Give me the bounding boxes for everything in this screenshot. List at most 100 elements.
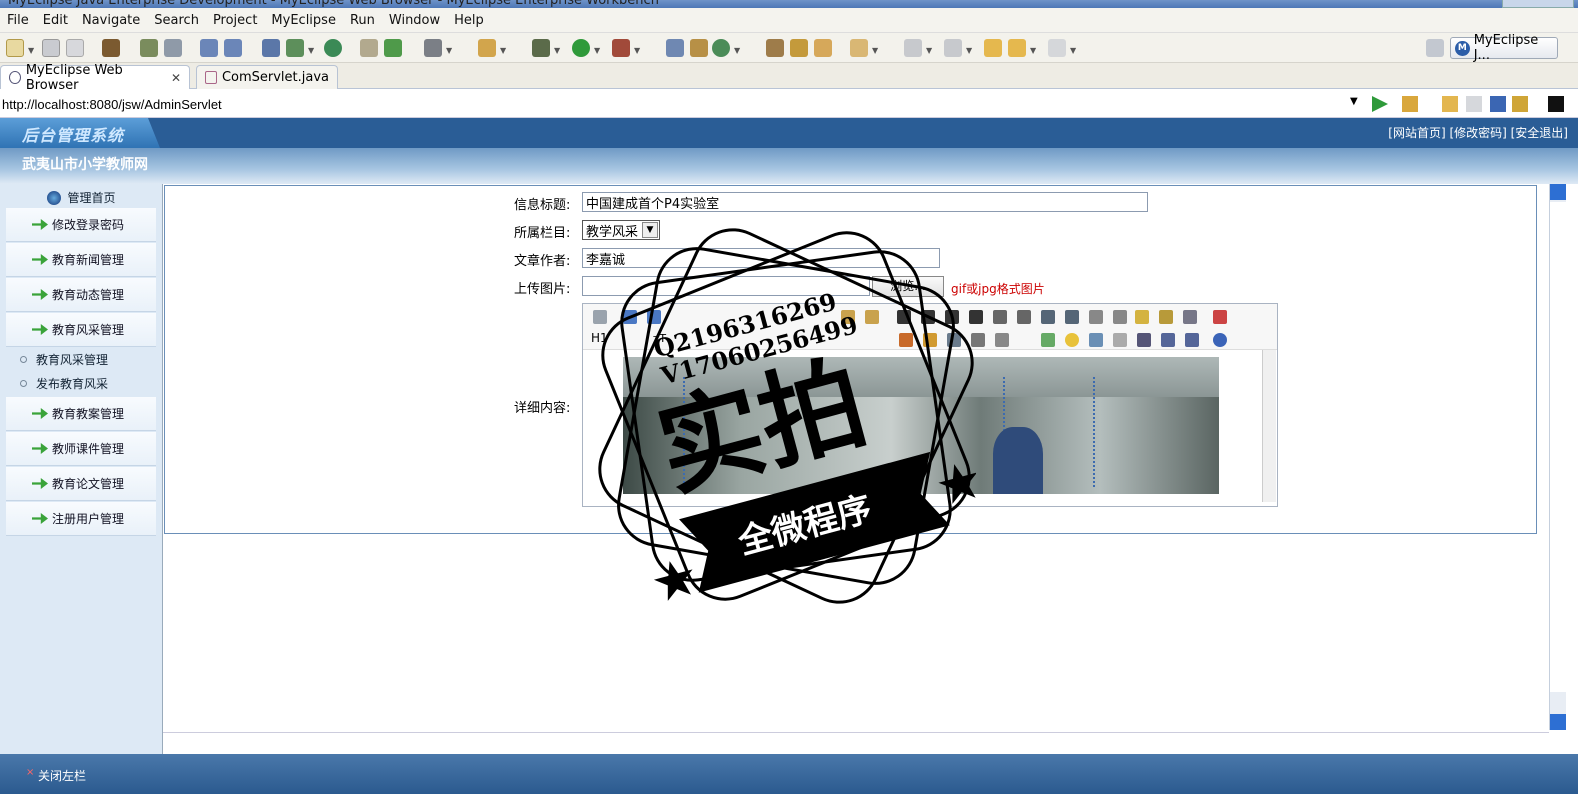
paste-icon[interactable] (841, 310, 855, 324)
align-left-icon[interactable] (897, 310, 911, 324)
fullscreen-icon[interactable] (1213, 310, 1227, 324)
external-tools-icon[interactable] (612, 39, 630, 57)
chevron-down-icon[interactable]: ▼ (1070, 46, 1076, 55)
attachment-icon[interactable] (995, 333, 1009, 347)
tab-comservlet[interactable]: ComServlet.java (196, 65, 338, 89)
web-service-icon[interactable] (690, 39, 708, 57)
next-annotation-icon[interactable] (904, 39, 922, 57)
image-icon[interactable] (899, 333, 913, 347)
sidebar-item-papers[interactable]: 教育论文管理 (6, 467, 156, 501)
sidebar-item-updates[interactable]: 教育动态管理 (6, 278, 156, 312)
prev-annotation-icon[interactable] (944, 39, 962, 57)
perspective-switcher[interactable]: M MyEclipse J... (1450, 33, 1558, 63)
title-input[interactable] (582, 192, 1148, 212)
unordered-list-icon[interactable] (1017, 310, 1031, 324)
help-icon[interactable] (1213, 333, 1227, 347)
sidebar-subitem-publish-showcase[interactable]: 发布教育风采 (20, 375, 108, 392)
wizard-icon[interactable] (262, 39, 280, 57)
menu-edit[interactable]: Edit (36, 13, 75, 28)
emoticon-icon[interactable] (1065, 333, 1079, 347)
menu-help[interactable]: Help (447, 13, 491, 28)
justify-icon[interactable] (969, 310, 983, 324)
chevron-down-icon[interactable]: ▼ (966, 46, 972, 55)
chevron-down-icon[interactable]: ▼ (734, 46, 740, 55)
ordered-list-icon[interactable] (993, 310, 1007, 324)
menu-navigate[interactable]: Navigate (75, 13, 147, 28)
favorites-icon[interactable] (1402, 96, 1418, 112)
unlink-icon[interactable] (1185, 333, 1199, 347)
close-sidebar-link[interactable]: 关闭左栏 (38, 767, 86, 784)
tree-icon[interactable] (666, 39, 684, 57)
align-right-icon[interactable] (945, 310, 959, 324)
chevron-down-icon[interactable]: ▼ (1030, 46, 1036, 55)
hr-icon[interactable] (1041, 333, 1055, 347)
sidebar-subitem-manage-showcase[interactable]: 教育风采管理 (20, 351, 108, 368)
deploy-icon[interactable] (200, 39, 218, 57)
window-controls[interactable] (1502, 0, 1574, 8)
menu-myeclipse[interactable]: MyEclipse (264, 13, 343, 28)
menu-search[interactable]: Search (147, 13, 206, 28)
paste-text-icon[interactable] (865, 310, 879, 324)
submit-button[interactable]: 提交数据 (817, 512, 889, 532)
select-cursor-icon[interactable] (1183, 310, 1197, 324)
pagebreak-icon[interactable] (1113, 333, 1127, 347)
menu-file[interactable]: File (0, 13, 36, 28)
refresh-icon[interactable] (1512, 96, 1528, 112)
media-icon[interactable] (947, 333, 961, 347)
chevron-down-icon[interactable]: ▼ (28, 46, 34, 55)
server-icon[interactable] (164, 39, 182, 57)
console-icon[interactable] (1548, 96, 1564, 112)
picture-icon[interactable] (1089, 333, 1103, 347)
flash-icon[interactable] (923, 333, 937, 347)
close-icon[interactable]: ✕ (171, 71, 181, 85)
sidebar-item-lesson-plans[interactable]: 教育教案管理 (6, 397, 156, 431)
menu-run[interactable]: Run (343, 13, 382, 28)
chevron-down-icon[interactable]: ▼ (872, 46, 878, 55)
rich-text-editor[interactable]: H1 тT (582, 303, 1278, 507)
menu-project[interactable]: Project (206, 13, 264, 28)
pen-icon[interactable] (790, 39, 808, 57)
page-scrollbar[interactable] (1549, 184, 1566, 730)
globe-icon[interactable] (324, 39, 342, 57)
print-icon[interactable] (66, 39, 84, 57)
clear-format-icon[interactable] (1135, 310, 1149, 324)
new-icon[interactable] (6, 39, 24, 57)
menu-window[interactable]: Window (382, 13, 447, 28)
sidebar-item-showcase[interactable]: 教育风采管理 (6, 313, 156, 347)
redeploy-icon[interactable] (224, 39, 242, 57)
chevron-down-icon[interactable]: ▼ (446, 46, 452, 55)
sidebar-home[interactable]: 管理首页 (0, 184, 163, 208)
editor-scrollbar[interactable] (1262, 350, 1276, 502)
sidebar-item-change-password[interactable]: 修改登录密码 (6, 208, 156, 242)
superscript-icon[interactable] (1113, 310, 1127, 324)
scroll-up-icon[interactable] (1550, 184, 1566, 200)
link-icon[interactable] (1161, 333, 1175, 347)
chevron-down-icon[interactable]: ▼ (554, 46, 560, 55)
package-icon[interactable] (102, 39, 120, 57)
heading-select[interactable]: H1 (591, 331, 608, 345)
header-links[interactable]: [网站首页] [修改密码] [安全退出] (1388, 124, 1568, 141)
url-input[interactable] (2, 94, 1362, 114)
author-input[interactable] (582, 248, 940, 268)
chevron-down-icon[interactable]: ▼ (594, 46, 600, 55)
select-all-icon[interactable] (1159, 310, 1173, 324)
stop-icon[interactable] (1490, 96, 1506, 112)
source-icon[interactable] (593, 310, 607, 324)
sidebar-item-news[interactable]: 教育新闻管理 (6, 243, 156, 277)
subscript-icon[interactable] (1089, 310, 1103, 324)
chevron-down-icon[interactable]: ▼ (308, 46, 314, 55)
align-center-icon[interactable] (921, 310, 935, 324)
debug-server-icon[interactable] (140, 39, 158, 57)
chevron-down-icon[interactable]: ▼ (500, 46, 506, 55)
file-icon[interactable] (971, 333, 985, 347)
upload-path-input[interactable] (582, 276, 870, 296)
run-icon[interactable] (572, 39, 590, 57)
last-edit-icon[interactable] (984, 39, 1002, 57)
forward-icon[interactable] (1466, 96, 1482, 112)
chevron-down-icon[interactable]: ▼ (634, 46, 640, 55)
back-icon[interactable] (1008, 39, 1026, 57)
camera-icon[interactable] (424, 39, 442, 57)
tab-web-browser[interactable]: MyEclipse Web Browser ✕ (0, 63, 190, 93)
new-project-icon[interactable] (286, 39, 304, 57)
bug-icon[interactable] (532, 39, 550, 57)
